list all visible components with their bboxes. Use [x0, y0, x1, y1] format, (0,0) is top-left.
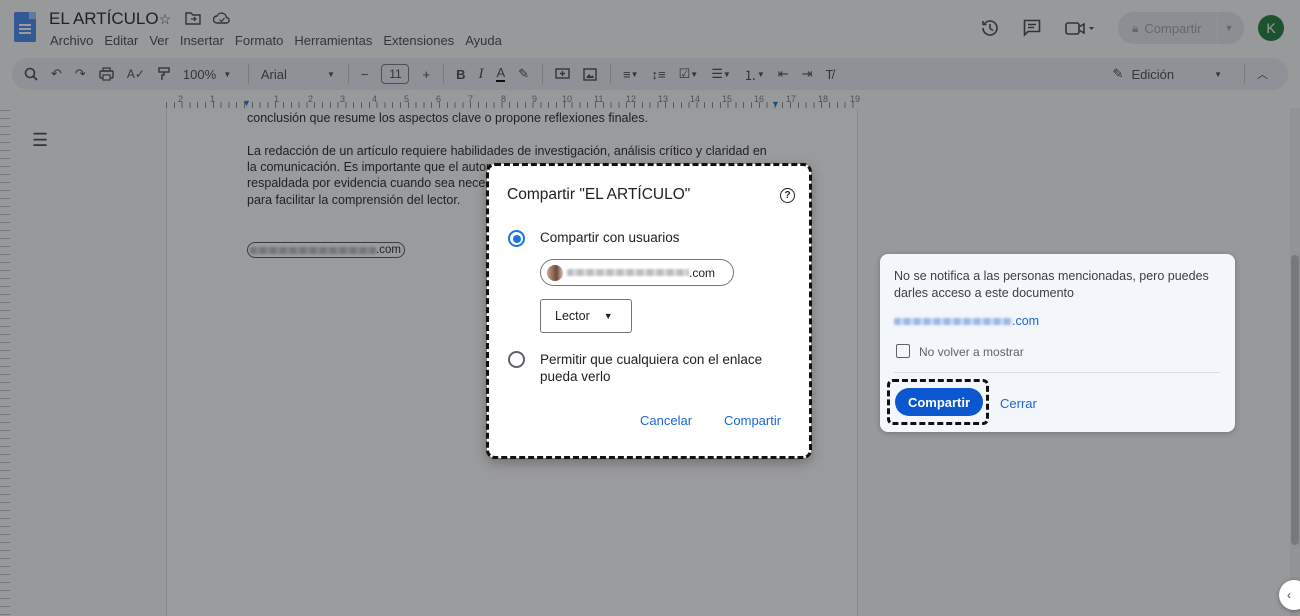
- help-icon[interactable]: ?: [780, 188, 795, 203]
- user-email-chip[interactable]: .com: [540, 259, 734, 286]
- role-value: Lector: [555, 309, 590, 323]
- popup-message: No se notifica a las personas mencionada…: [894, 269, 1209, 300]
- popup-divider: [894, 372, 1220, 373]
- popup-share-button[interactable]: Compartir: [895, 388, 983, 416]
- redacted-email: [567, 269, 689, 276]
- share-with-users-radio[interactable]: [508, 230, 525, 247]
- chevron-down-icon: ▼: [603, 311, 613, 321]
- popup-close-button[interactable]: Cerrar: [1000, 396, 1037, 411]
- share-with-link-label[interactable]: Permitir que cualquiera con el enlace pu…: [540, 351, 762, 385]
- user-email-suffix: .com: [689, 265, 716, 280]
- popup-email-suffix: .com: [1012, 314, 1040, 328]
- dont-show-again-label[interactable]: No volver a mostrar: [919, 345, 1024, 359]
- share-dialog: Compartir "EL ARTÍCULO" ? Compartir con …: [486, 163, 812, 459]
- share-link-line-2: pueda verlo: [540, 369, 611, 384]
- share-button[interactable]: Compartir: [724, 413, 781, 428]
- share-with-users-label[interactable]: Compartir con usuarios: [540, 229, 680, 246]
- share-with-link-radio[interactable]: [508, 351, 525, 368]
- cancel-button[interactable]: Cancelar: [640, 413, 692, 428]
- user-avatar: [547, 264, 563, 281]
- role-select[interactable]: Lector ▼: [540, 299, 632, 333]
- highlight-frame: Compartir: [887, 379, 989, 425]
- redacted-email: [894, 317, 1012, 325]
- dialog-title: Compartir "EL ARTÍCULO": [507, 186, 691, 203]
- share-link-line-1: Permitir que cualquiera con el enlace: [540, 352, 763, 367]
- popup-email: .com: [894, 314, 1039, 328]
- mention-access-popup: No se notifica a las personas mencionada…: [880, 254, 1235, 432]
- dont-show-again-checkbox[interactable]: [896, 344, 910, 358]
